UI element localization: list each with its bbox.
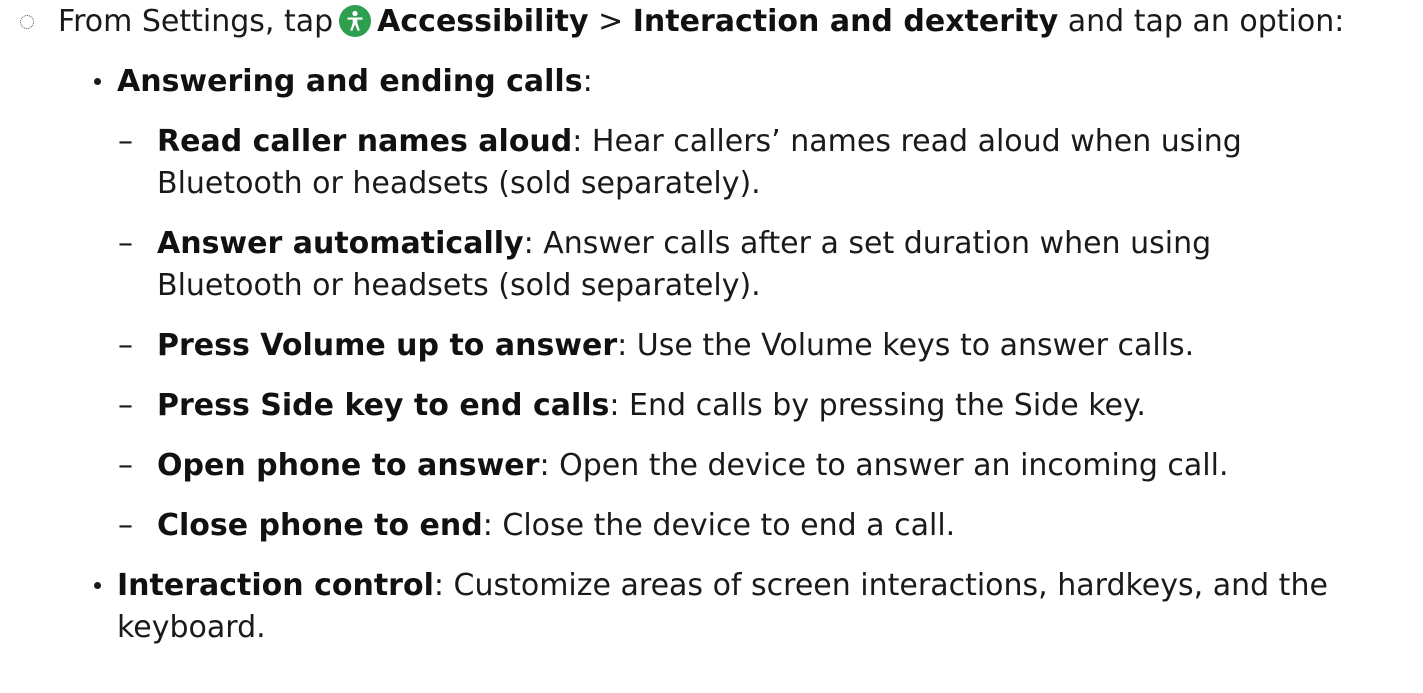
breadcrumb-separator: > — [598, 4, 624, 39]
step-prefix: From Settings, tap — [58, 4, 334, 39]
sub-item-answer-auto: Answer automatically: Answer calls after… — [157, 224, 1211, 264]
bullet-icon — [94, 582, 101, 589]
sub-item-close-phone: Close phone to end: Close the device to … — [157, 506, 955, 546]
sub-item-label: Press Side key to end calls — [157, 388, 610, 423]
sub-item-text: : Open the device to answer an incoming … — [539, 448, 1229, 483]
sub-item-label: Close phone to end — [157, 508, 483, 543]
dash-icon: – — [118, 328, 133, 363]
step-marker-icon — [20, 15, 34, 29]
step-instruction: From Settings, tap Accessibility > Intera… — [58, 2, 1344, 42]
sub-item-open-phone: Open phone to answer: Open the device to… — [157, 446, 1229, 486]
interaction-control-label: Interaction control — [117, 568, 434, 603]
sub-item-label: Answer automatically — [157, 226, 524, 261]
sub-item-text: : Hear callers’ names read aloud when us… — [572, 124, 1242, 159]
list-item-answering: Answering and ending calls: — [117, 62, 593, 102]
accessibility-link[interactable]: Accessibility — [377, 4, 588, 39]
sub-item-text: : Close the device to end a call. — [482, 508, 956, 543]
interaction-dexterity-link[interactable]: Interaction and dexterity — [633, 4, 1058, 39]
dash-icon: – — [118, 388, 133, 423]
sub-item-text: : End calls by pressing the Side key. — [609, 388, 1146, 423]
sub-item-text: : Answer calls after a set duration when… — [523, 226, 1212, 261]
sub-item-text: : Use the Volume keys to answer calls. — [617, 328, 1195, 363]
sub-item-side-key: Press Side key to end calls: End calls b… — [157, 386, 1146, 426]
sub-item-label: Read caller names aloud — [157, 124, 573, 159]
step-suffix: and tap an option: — [1067, 4, 1345, 39]
list-item-interaction-control: Interaction control: Customize areas of … — [117, 566, 1328, 606]
answering-colon: : — [582, 64, 593, 99]
dash-icon: – — [118, 508, 133, 543]
sub-item-read-caller: Read caller names aloud: Hear callers’ n… — [157, 122, 1242, 162]
interaction-control-text: : Customize areas of screen interactions… — [433, 568, 1328, 603]
sub-item-answer-auto-cont: Bluetooth or headsets (sold separately). — [157, 268, 761, 303]
sub-item-label: Press Volume up to answer — [157, 328, 618, 363]
sub-item-read-caller-cont: Bluetooth or headsets (sold separately). — [157, 166, 761, 201]
answering-title: Answering and ending calls — [117, 64, 583, 99]
sub-item-volume-up: Press Volume up to answer: Use the Volum… — [157, 326, 1194, 366]
dash-icon: – — [118, 124, 133, 159]
bullet-icon — [94, 78, 101, 85]
dash-icon: – — [118, 226, 133, 261]
accessibility-icon — [339, 5, 372, 37]
dash-icon: – — [118, 448, 133, 483]
sub-item-label: Open phone to answer — [157, 448, 540, 483]
interaction-control-cont: keyboard. — [117, 610, 266, 645]
